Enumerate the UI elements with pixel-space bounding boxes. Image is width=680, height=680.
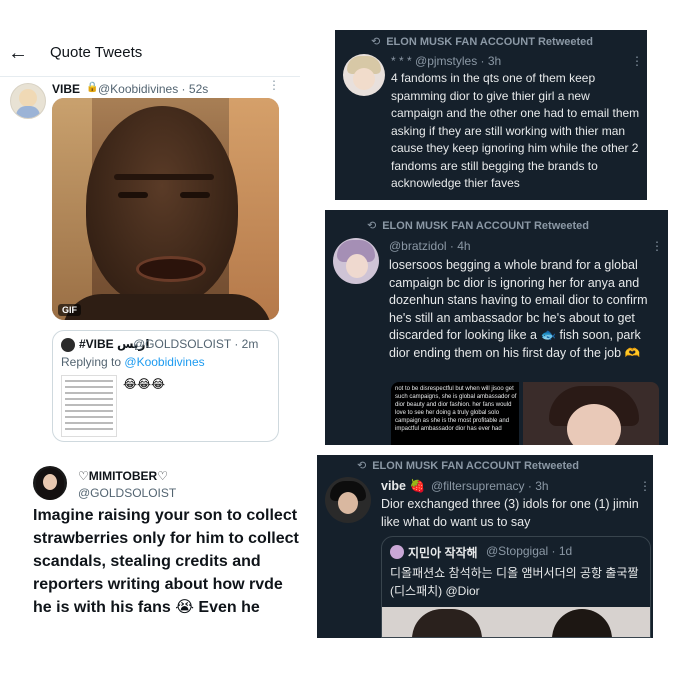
back-arrow-icon[interactable]: ← <box>8 42 28 65</box>
quoted-handle-time: @Stopgigal · 1d <box>486 544 573 558</box>
tweet-author-name[interactable]: ♡MIMITOBER♡ <box>78 469 168 483</box>
retweet-card[interactable]: ⟲ ELON MUSK FAN ACCOUNT Retweeted vibe 🍓 … <box>317 455 653 638</box>
more-options-icon[interactable]: ⋮ <box>268 78 280 92</box>
more-options-icon[interactable]: ⋮ <box>639 479 651 493</box>
avatar[interactable] <box>33 466 67 500</box>
tweet-handle[interactable]: @GOLDSOLOIST <box>78 486 176 500</box>
avatar[interactable] <box>343 54 385 96</box>
tweet-handle-time[interactable]: @filtersupremacy · 3h <box>431 479 549 493</box>
avatar[interactable] <box>325 477 371 523</box>
quoted-author-name: 지민아 작작해 <box>408 546 478 560</box>
quoted-tweet[interactable]: 지민아 작작해 @Stopgigal · 1d 디올패션쇼 참석하는 디올 앰버… <box>381 536 651 638</box>
avatar[interactable] <box>333 238 379 284</box>
retweet-icon: ⟲ <box>371 36 381 48</box>
quoted-image[interactable] <box>61 375 117 437</box>
reply-to-link[interactable]: @Koobidivines <box>124 355 204 369</box>
gif-badge: GIF <box>58 304 81 316</box>
tweet-image[interactable]: not to be disrespectful but when will ji… <box>391 382 519 445</box>
quoted-tweet[interactable]: #VIBE اريس @GOLDSOLOIST · 2m Replying to… <box>52 330 279 442</box>
avatar <box>61 338 75 352</box>
retweeted-label: ⟲ ELON MUSK FAN ACCOUNT Retweeted <box>371 36 593 48</box>
quoted-text: 디올패션쇼 참석하는 디올 앰버서더의 공항 출국짤 (디스패치) @Dior <box>390 566 639 598</box>
quoted-handle-time: @GOLDSOLOIST · 2m <box>133 337 259 351</box>
retweet-icon: ⟲ <box>367 220 377 232</box>
quoted-text: 😂😂😂 <box>123 377 166 391</box>
tweet-text: Imagine raising your son to collect stra… <box>33 507 299 616</box>
more-options-icon[interactable]: ⋮ <box>651 239 663 253</box>
retweet-card[interactable]: ⟲ ELON MUSK FAN ACCOUNT Retweeted * * * @… <box>335 30 647 200</box>
retweet-card[interactable]: ⟲ ELON MUSK FAN ACCOUNT Retweeted @bratzi… <box>325 210 668 445</box>
retweet-icon: ⟲ <box>357 460 367 472</box>
tweet-text: 4 fandoms in the qts one of them keep sp… <box>391 71 640 190</box>
lock-icon: 🔒 <box>86 82 99 93</box>
retweeted-label: ⟲ ELON MUSK FAN ACCOUNT Retweeted <box>357 460 579 472</box>
tweet-image[interactable] <box>523 382 659 445</box>
replying-to: Replying to @Koobidivines <box>61 355 205 369</box>
header-divider <box>0 76 300 77</box>
gif-media[interactable]: GIF <box>52 98 279 320</box>
avatar <box>390 545 404 559</box>
image-caption-text: not to be disrespectful but when will ji… <box>395 386 517 432</box>
tweet-handle-time[interactable]: @bratzidol · 4h <box>389 239 471 253</box>
quoted-image[interactable] <box>382 607 650 637</box>
tweet-handle-time[interactable]: * * * @pjmstyles · 3h <box>391 54 501 68</box>
tweet-text: Dior exchanged three (3) idols for one (… <box>381 497 639 529</box>
quote-tweets-header: ← Quote Tweets <box>0 34 300 74</box>
more-options-icon[interactable]: ⋮ <box>631 54 643 68</box>
tweet-text: losersoos begging a whole brand for a gl… <box>389 258 648 360</box>
tweet-handle-time[interactable]: @Koobidivines · 52s <box>98 82 208 96</box>
avatar[interactable] <box>10 83 46 119</box>
retweeted-label: ⟲ ELON MUSK FAN ACCOUNT Retweeted <box>367 220 589 232</box>
tweet-author-name[interactable]: vibe 🍓 <box>381 479 425 494</box>
page-title: Quote Tweets <box>50 44 143 61</box>
tweet-author-name[interactable]: VIBE <box>52 82 80 96</box>
